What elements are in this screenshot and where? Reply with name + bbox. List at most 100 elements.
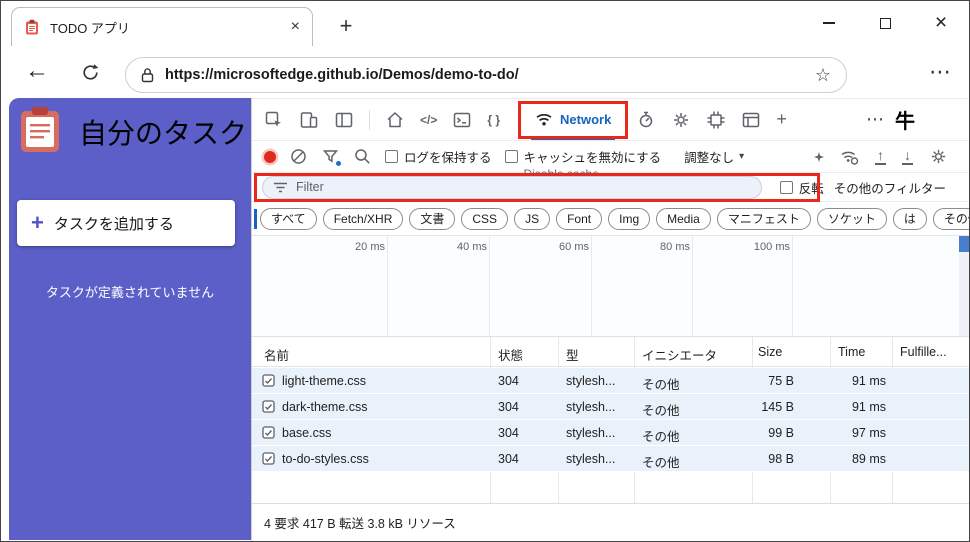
more-tabs-icon[interactable]: ⋯ [866,109,885,130]
toolbar-divider [369,109,370,130]
network-overview-timeline: 20 ms 40 ms 60 ms 80 ms 100 ms [252,236,969,337]
clear-icon[interactable] [289,147,308,166]
minimize-button[interactable] [801,1,857,45]
status-summary: 4 要求 417 B 転送 3.8 kB リソース [264,517,456,531]
tab-network[interactable]: Network [518,99,629,140]
request-type: stylesh... [566,374,616,388]
filter-active-badge [335,160,342,167]
sparkle-icon [814,151,824,162]
request-size: 98 B [768,452,794,466]
stylesheet-file-icon [262,374,275,387]
request-initiator: その他 [642,404,680,418]
elements-tab-icon[interactable]: </> [420,113,437,127]
request-time: 97 ms [851,426,886,440]
inspect-icon[interactable] [264,110,284,130]
devtools-tabbar-right: ⋯ 牛 [866,105,915,134]
browser-menu-icon[interactable]: ⋯ [929,59,951,85]
network-conditions-icon[interactable] [840,148,859,166]
filter-pill-media[interactable]: Media [656,207,711,230]
invert-label: 反転 [798,181,824,196]
add-panel-icon[interactable]: + [776,109,787,130]
invert-checkbox[interactable] [779,180,793,194]
request-status: 304 [498,374,519,388]
console-tab-icon[interactable] [452,110,472,130]
new-tab-button[interactable]: + [331,11,361,41]
filter-pill-other[interactable]: その他 [932,207,969,230]
maximize-button[interactable] [857,1,913,45]
refresh-icon[interactable] [81,63,100,82]
sources-tab-icon[interactable]: { } [487,113,500,127]
filter-pill-font[interactable]: Font [556,207,603,230]
filter-toggle-icon[interactable] [321,147,342,167]
network-settings-gear-icon[interactable] [929,147,948,166]
column-header-type[interactable]: 型 [566,345,579,364]
disable-cache-checkbox[interactable] [504,150,518,163]
url-text[interactable]: https://microsoftedge.github.io/Demos/de… [165,67,804,83]
request-name: to-do-styles.css [282,452,369,466]
add-task-button[interactable]: + タスクを追加する [17,200,235,246]
application-tab-icon[interactable] [741,110,761,130]
column-header-time[interactable]: Time [838,345,865,359]
table-header-row: 名前 状態 型 イニシエータ Size Time Fulfille... [252,337,969,367]
filter-pill-doc[interactable]: 文書 [409,207,456,230]
filter-pill-fetch-xhr[interactable]: Fetch/XHR [322,207,404,230]
activity-bar-icon[interactable] [334,110,354,130]
export-har-icon[interactable]: ↓ [902,148,913,165]
table-row[interactable]: base.css 304 stylesh... その他 99 B 97 ms [252,420,969,446]
tab-close-icon[interactable]: × [291,18,300,36]
app-title: 自分のタスク [79,118,248,149]
filter-pill-js[interactable]: JS [514,207,551,230]
device-emulation-icon[interactable] [299,110,319,130]
performance-tab-icon[interactable] [636,110,656,130]
invert-filter-group: 反転 [779,178,824,197]
table-row[interactable]: dark-theme.css 304 stylesh... その他 145 B … [252,394,969,420]
request-size: 75 B [768,374,794,388]
filter-pill-socket[interactable]: ソケット [816,207,887,230]
throttling-dropdown[interactable]: 調整なし ▾ [684,147,744,166]
filter-pill-css[interactable]: CSS [461,207,509,230]
column-header-initiator[interactable]: イニシエータ [642,345,717,364]
timeline-gridline [387,236,388,336]
timeline-label: 80 ms [660,241,690,253]
address-bar[interactable]: https://microsoftedge.github.io/Demos/de… [125,57,847,93]
network-toolbar-right: ↑ ↓ [814,147,958,166]
timeline-label: 100 ms [753,241,790,253]
network-status-bar: 4 要求 417 B 転送 3.8 kB リソース [252,503,969,541]
request-type-filters: すべて Fetch/XHR 文書 CSS JS Font Img Media マ… [252,202,969,236]
request-time: 89 ms [851,452,886,466]
todo-app-panel: 自分のタスク + タスクを追加する タスクが定義されていません [9,98,251,540]
timeline-gridline [591,236,592,336]
filter-pill-manifest[interactable]: マニフェスト [716,207,811,230]
close-button[interactable]: × [913,1,969,45]
filter-pill-all[interactable]: すべて [260,207,317,230]
request-name: dark-theme.css [282,400,368,414]
minimize-icon [823,22,835,24]
filter-input[interactable] [296,180,751,194]
record-button[interactable] [264,150,276,163]
more-filters-button[interactable]: その他のフィルター [834,178,960,197]
import-har-icon[interactable]: ↑ [875,148,886,165]
column-header-name[interactable]: 名前 [264,345,289,364]
column-header-status[interactable]: 状態 [498,345,523,364]
back-icon[interactable]: ← [25,57,49,85]
table-row[interactable]: to-do-styles.css 304 stylesh... その他 98 B… [252,446,969,472]
column-header-fulfilled[interactable]: Fulfille... [900,345,947,359]
search-icon[interactable] [353,147,372,166]
filter-input-pill[interactable] [262,175,762,199]
timeline-gridline [489,236,490,336]
browser-tab[interactable]: TODO アプリ × [11,7,313,46]
home-icon[interactable] [385,110,405,130]
clipboard-icon [19,106,61,154]
filter-pill-wasm[interactable]: は [892,207,927,230]
throttling-value: 調整なし [684,151,735,165]
disable-cache-label: キャッシュを無効にする [523,151,662,165]
column-header-size[interactable]: Size [758,345,782,359]
memory-chip-icon[interactable] [706,110,726,130]
scrollbar-thumb[interactable] [959,236,969,252]
preserve-log-checkbox[interactable] [385,150,398,163]
tools-gear-icon[interactable] [671,110,691,130]
favorite-star-icon[interactable]: ☆ [815,65,831,86]
filter-pill-img[interactable]: Img [608,207,651,230]
request-status: 304 [498,400,519,414]
table-row[interactable]: light-theme.css 304 stylesh... その他 75 B … [252,368,969,394]
